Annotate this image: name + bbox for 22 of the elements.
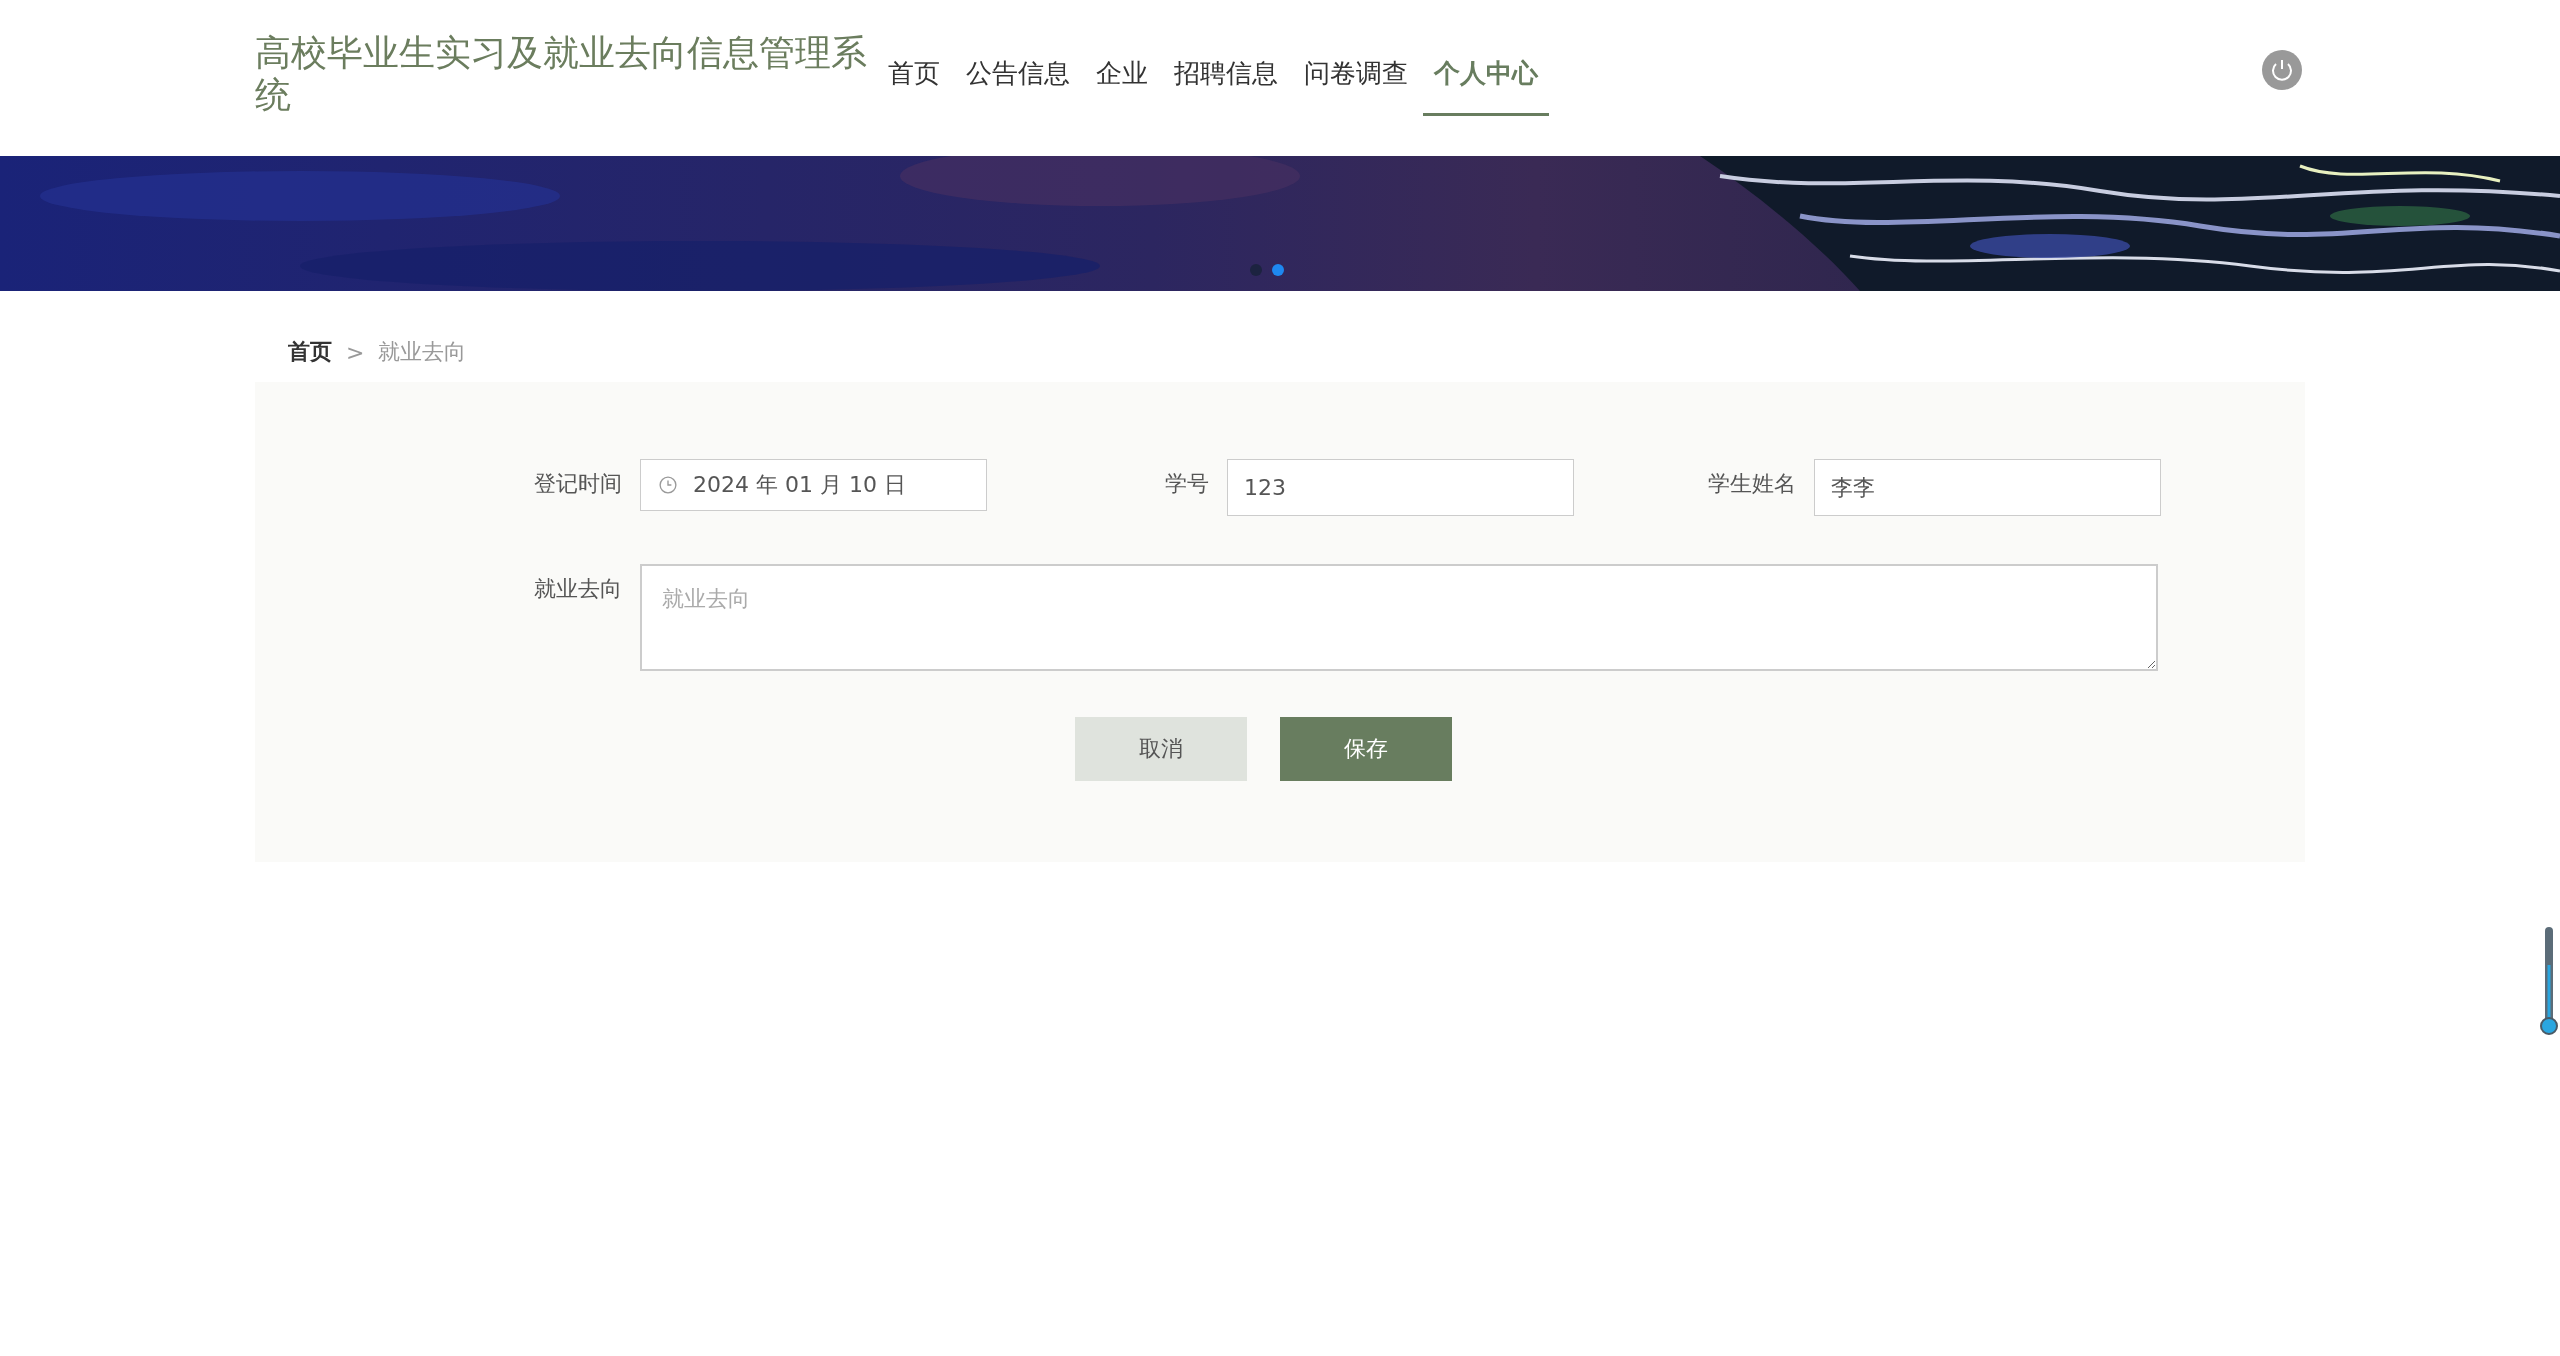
nav-tab[interactable]: 首页 [877,32,951,116]
field-label: 学号 [1164,470,1209,498]
field-label: 登记时间 [533,470,622,498]
site-title: 高校毕业生实习及就业去向信息管理系统 [255,32,868,116]
nav-tab[interactable]: 个人中心 [1423,32,1549,116]
field-label: 就业去向 [533,575,622,603]
nav-tab[interactable]: 问卷调查 [1293,32,1419,116]
text-area[interactable]: 就业去向 [640,564,2158,671]
breadcrumb-link[interactable]: 首页 [288,337,332,367]
field-label: 学生姓名 [1707,470,1796,498]
nav-tab[interactable]: 企业 [1085,32,1159,116]
text-field[interactable]: 李李 [1814,459,2161,516]
cancel-button[interactable]: 取消 [1075,717,1247,781]
date-field[interactable]: 2024 年 01 月 10 日 [640,459,987,511]
breadcrumb-separator: > [346,339,365,365]
nav-tab[interactable]: 招聘信息 [1163,32,1289,116]
thermometer-icon[interactable] [2540,925,2558,1037]
power-icon[interactable] [2262,50,2302,90]
text-field[interactable]: 123 [1227,459,1574,516]
save-button[interactable]: 保存 [1280,717,1452,781]
clock-icon [659,476,677,494]
nav-tab[interactable]: 公告信息 [955,32,1081,116]
